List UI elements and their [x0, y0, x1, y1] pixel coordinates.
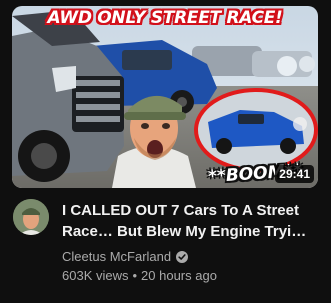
duration-badge: 29:41 [275, 165, 314, 183]
video-thumbnail[interactable]: AWD ONLY STREET RACE! **BOOM** 29:41 [12, 6, 318, 188]
thumbnail-overlay-title: AWD ONLY STREET RACE! [47, 8, 283, 28]
meta-separator: • [132, 268, 138, 283]
video-card[interactable]: AWD ONLY STREET RACE! **BOOM** 29:41 I C… [0, 0, 331, 303]
thumbnail-image [12, 6, 318, 188]
upload-age: 20 hours ago [141, 268, 217, 283]
video-title[interactable]: I CALLED OUT 7 Cars To A Street Race… Bu… [62, 200, 318, 242]
video-title-line-2: Race… But Blew My Engine Tryi… [62, 223, 307, 240]
video-meta: 603K views • 20 hours ago [62, 268, 217, 283]
channel-row: Cleetus McFarland [62, 249, 189, 264]
channel-name[interactable]: Cleetus McFarland [62, 249, 171, 264]
view-count: 603K views [62, 268, 129, 283]
video-title-line-1: I CALLED OUT 7 Cars To A Street [62, 202, 299, 219]
channel-avatar[interactable] [13, 199, 49, 235]
check-circle-icon [176, 250, 189, 263]
avatar-image [13, 199, 49, 235]
